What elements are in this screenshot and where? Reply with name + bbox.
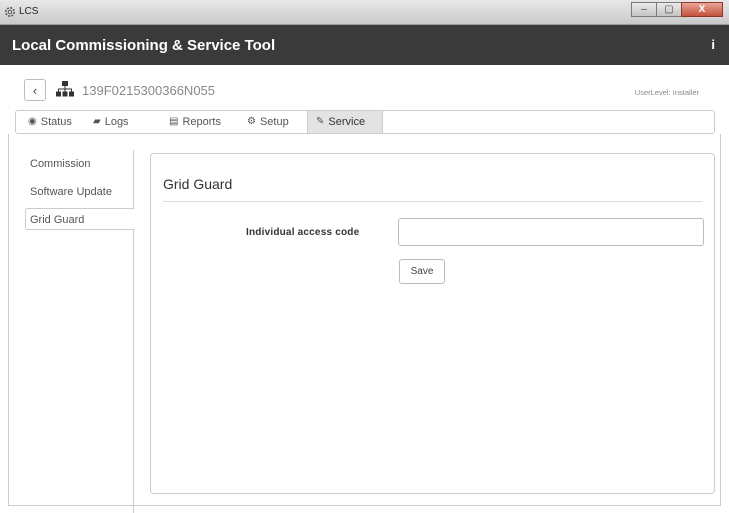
main-tabs: ◉ Status ▰ Logs ▤ Reports ⚙ Setup ✎ Serv… [15,110,715,134]
device-serial: 139F0215300366N055 [82,83,216,98]
tab-service[interactable]: ✎ Service [307,111,383,133]
network-tree-icon [56,81,74,97]
report-icon: ▤ [169,116,179,127]
tab-status[interactable]: ◉ Status [20,111,80,133]
sidenav-item-grid-guard[interactable]: Grid Guard [25,208,135,230]
tab-logs[interactable]: ▰ Logs [85,111,137,133]
tab-reports-label: Reports [182,116,221,128]
panel-divider [163,201,702,202]
device-row: ‹ 139F0215300366N055 UserLevel: Installe… [0,65,729,110]
app-title: Local Commissioning & Service Tool [12,37,276,54]
panel-title: Grid Guard [163,176,233,192]
sidenav-item-software-update[interactable]: Software Update [15,186,112,198]
tab-logs-label: Logs [104,116,129,128]
sidenav-item-commission[interactable]: Commission [15,158,91,170]
tab-setup[interactable]: ⚙ Setup [239,111,297,133]
eye-icon: ◉ [28,116,37,127]
grid-guard-panel: Grid Guard Individual access code Save [150,153,715,494]
access-code-input[interactable] [398,218,704,246]
access-code-label: Individual access code [246,227,360,238]
wrench-icon: ✎ [316,116,325,127]
tab-status-label: Status [40,116,72,128]
minimize-button[interactable]: – [631,2,657,17]
gears-icon: ⚙ [247,116,256,127]
back-button[interactable]: ‹ [24,79,46,101]
tab-reports[interactable]: ▤ Reports [161,111,229,133]
window-titlebar: LCS – ▢ X [0,0,729,25]
maximize-button[interactable]: ▢ [656,2,682,17]
app-header: Local Commissioning & Service Tool i [0,25,729,65]
tab-setup-label: Setup [259,116,289,128]
book-icon: ▰ [93,116,101,127]
service-sidenav: Commission Software Update Grid Guard [15,150,135,513]
save-button[interactable]: Save [399,259,445,284]
window-title: LCS [19,6,39,17]
info-button[interactable]: i [711,37,715,52]
gear-icon [5,7,15,17]
window-controls: – ▢ X [631,2,723,17]
close-button[interactable]: X [681,2,723,17]
user-level: UserLevel: Installer [634,88,699,97]
tab-service-label: Service [328,116,366,128]
